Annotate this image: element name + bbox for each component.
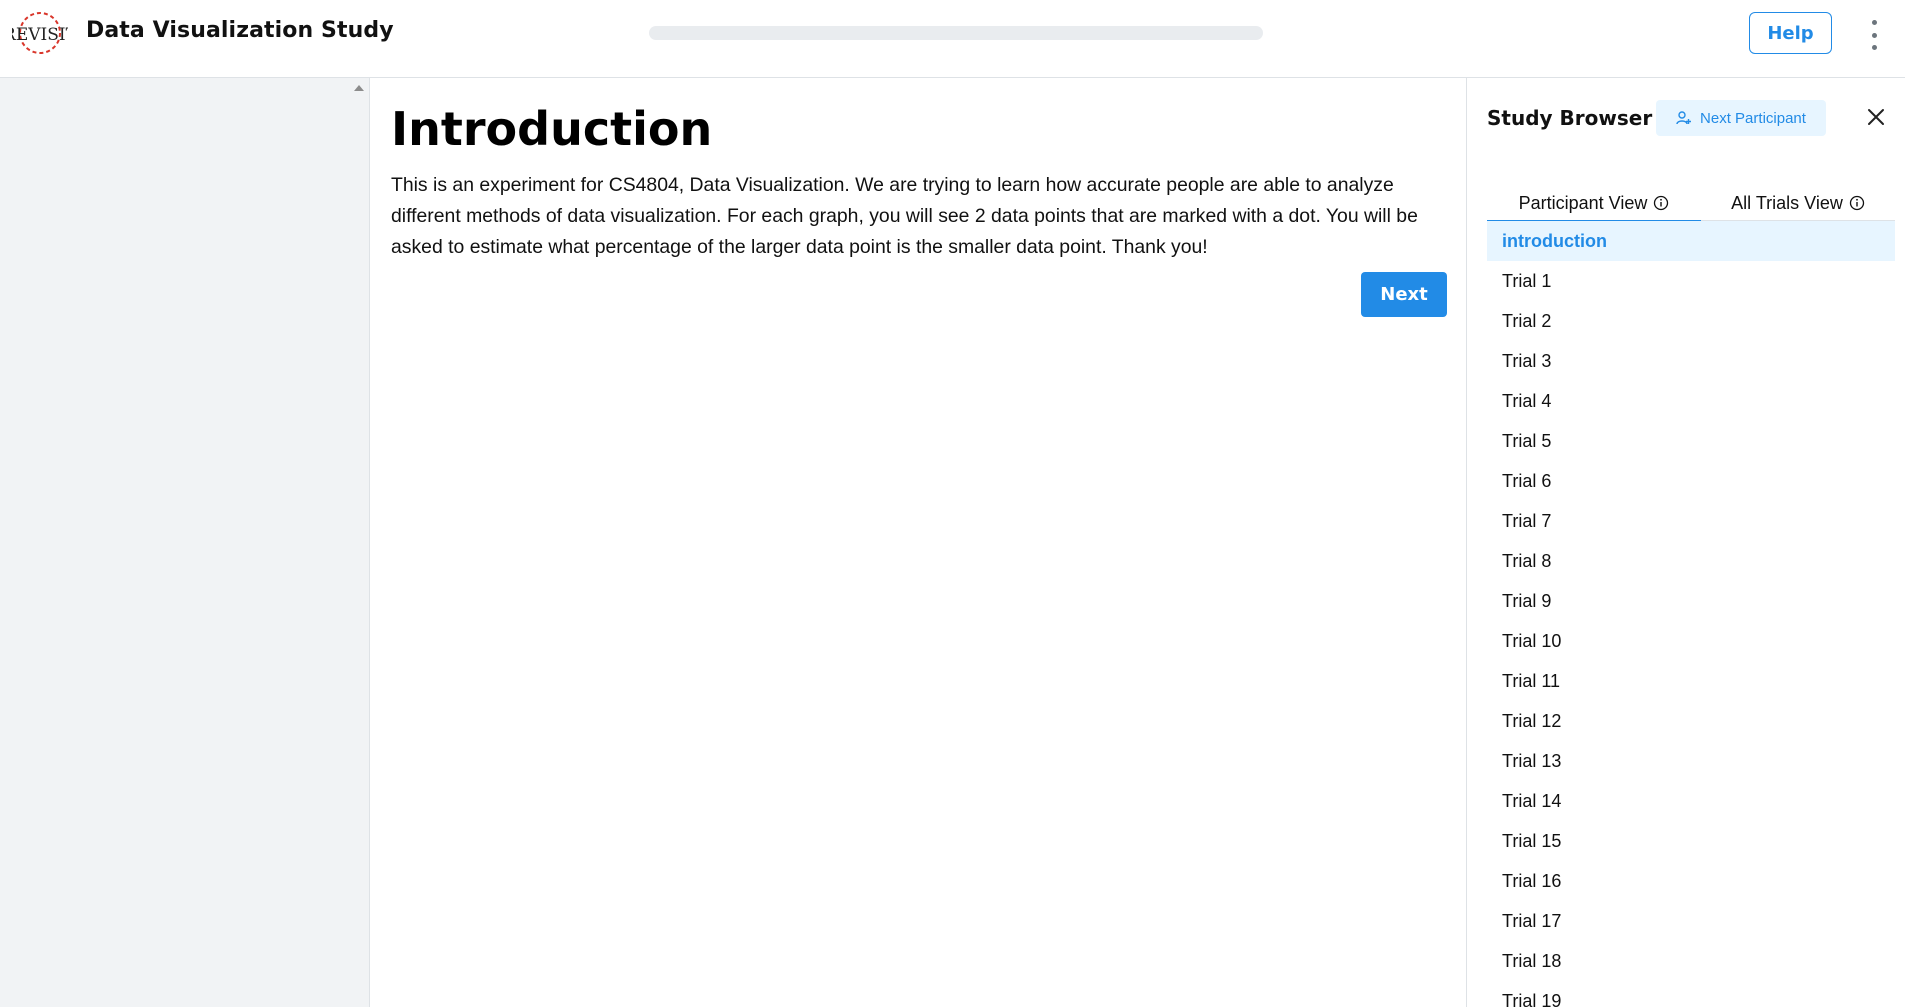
app-header: REVISIT Data Visualization Study Help xyxy=(0,0,1905,78)
list-item-trial[interactable]: Trial 9 xyxy=(1487,581,1895,621)
tab-all-trials-view[interactable]: All Trials View xyxy=(1701,186,1895,220)
list-item-trial[interactable]: Trial 8 xyxy=(1487,541,1895,581)
list-item-trial[interactable]: Trial 13 xyxy=(1487,741,1895,781)
info-icon[interactable] xyxy=(1653,195,1669,211)
intro-text: This is an experiment for CS4804, Data V… xyxy=(391,174,1418,258)
list-item-trial[interactable]: Trial 4 xyxy=(1487,381,1895,421)
study-progress-bar xyxy=(649,26,1263,40)
tab-participant-view-label: Participant View xyxy=(1518,192,1648,213)
list-item-trial[interactable]: Trial 11 xyxy=(1487,661,1895,701)
logo-text: REVISIT xyxy=(12,25,68,45)
tab-all-trials-view-label: All Trials View xyxy=(1731,192,1843,213)
next-participant-label: Next Participant xyxy=(1700,109,1806,127)
list-item-trial[interactable]: Trial 18 xyxy=(1487,941,1895,981)
help-button[interactable]: Help xyxy=(1749,12,1832,54)
list-item-trial[interactable]: Trial 14 xyxy=(1487,781,1895,821)
next-button[interactable]: Next xyxy=(1361,272,1447,317)
list-item-trial[interactable]: Trial 16 xyxy=(1487,861,1895,901)
list-item-trial[interactable]: Trial 2 xyxy=(1487,301,1895,341)
list-item-trial[interactable]: Trial 6 xyxy=(1487,461,1895,501)
close-icon[interactable] xyxy=(1865,106,1887,128)
study-browser-tabs: Participant View All Trials View xyxy=(1487,186,1895,222)
list-item-introduction[interactable]: introduction xyxy=(1487,221,1895,261)
add-user-icon xyxy=(1676,111,1692,125)
list-item-trial[interactable]: Trial 1 xyxy=(1487,261,1895,301)
list-item-trial[interactable]: Trial 12 xyxy=(1487,701,1895,741)
study-browser: Study Browser Next Participant Participa… xyxy=(1466,78,1905,1007)
list-item-trial[interactable]: Trial 15 xyxy=(1487,821,1895,861)
app-title: Data Visualization Study xyxy=(86,18,394,43)
list-item-trial[interactable]: Trial 19 xyxy=(1487,981,1895,1007)
main-content: Introduction This is an experiment for C… xyxy=(371,78,1466,1007)
page-title: Introduction xyxy=(391,102,713,156)
study-browser-title: Study Browser xyxy=(1487,106,1653,130)
trial-list: introduction Trial 1 Trial 2 Trial 3 Tri… xyxy=(1487,221,1895,1007)
next-participant-button[interactable]: Next Participant xyxy=(1656,100,1826,136)
list-item-trial[interactable]: Trial 17 xyxy=(1487,901,1895,941)
list-item-trial[interactable]: Trial 7 xyxy=(1487,501,1895,541)
tab-participant-view[interactable]: Participant View xyxy=(1487,186,1701,222)
list-item-trial[interactable]: Trial 5 xyxy=(1487,421,1895,461)
info-icon[interactable] xyxy=(1849,195,1865,211)
kebab-menu-icon[interactable] xyxy=(1862,20,1886,50)
scroll-up-arrow-icon[interactable] xyxy=(354,85,364,91)
list-item-trial[interactable]: Trial 10 xyxy=(1487,621,1895,661)
revisit-logo: REVISIT xyxy=(12,12,68,54)
list-item-trial[interactable]: Trial 3 xyxy=(1487,341,1895,381)
left-panel xyxy=(0,78,370,1007)
